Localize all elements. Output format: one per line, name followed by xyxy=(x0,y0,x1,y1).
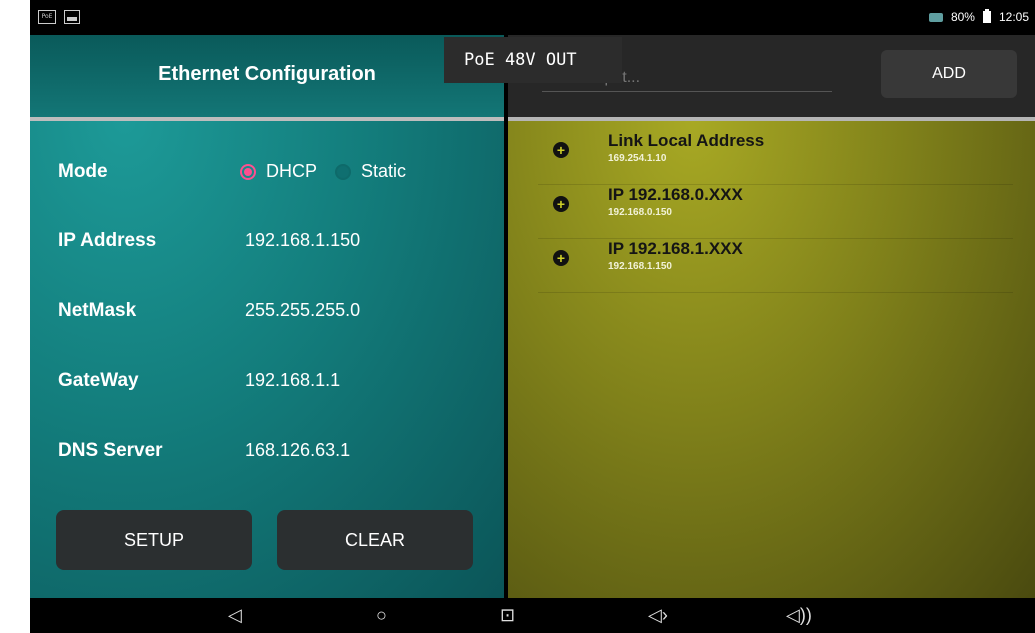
ip-address-value[interactable]: 192.168.1.150 xyxy=(245,230,360,251)
list-item[interactable]: + IP 192.168.0.XXX 192.168.0.150 xyxy=(538,185,1013,239)
divider xyxy=(30,117,504,121)
item-address: 169.254.1.10 xyxy=(608,153,667,164)
gateway-label: GateWay xyxy=(58,370,139,391)
list-item[interactable]: + Link Local Address 169.254.1.10 xyxy=(538,131,1013,185)
image-icon xyxy=(64,10,80,24)
mode-radio-group: DHCP Static xyxy=(240,161,406,182)
dhcp-radio[interactable] xyxy=(240,163,256,180)
netmask-label: NetMask xyxy=(58,300,137,321)
poe-overlay-text: PoE 48V OUT xyxy=(464,50,577,70)
left-header: Ethernet Configuration xyxy=(30,35,504,117)
clear-button[interactable]: CLEAR xyxy=(277,510,473,570)
item-address: 192.168.0.150 xyxy=(608,207,672,218)
volume-up-icon[interactable]: ◁)) xyxy=(786,605,812,626)
dns-server-value[interactable]: 168.126.63.1 xyxy=(245,440,350,461)
divider xyxy=(508,117,1035,121)
status-bar: PoE 80% 12:05 xyxy=(30,0,1035,35)
battery-icon xyxy=(982,9,991,23)
home-icon[interactable]: ○ xyxy=(376,605,387,626)
gateway-value[interactable]: 192.168.1.1 xyxy=(245,370,340,391)
static-label[interactable]: Static xyxy=(361,161,406,182)
clock: 12:05 xyxy=(998,10,1029,24)
address-list-panel: ADD + Link Local Address 169.254.1.10 + … xyxy=(508,35,1035,598)
tablet-screen: PoE 80% 12:05 Ethernet Configuration Mod… xyxy=(30,0,1035,633)
add-circle-icon[interactable]: + xyxy=(553,142,569,158)
ethernet-config-panel: Ethernet Configuration Mode DHCP Static … xyxy=(30,35,504,598)
poe-icon: PoE xyxy=(38,10,56,24)
item-title: IP 192.168.1.XXX xyxy=(608,239,743,258)
volume-down-icon[interactable]: ◁› xyxy=(648,605,668,626)
address-list: + Link Local Address 169.254.1.10 + IP 1… xyxy=(538,131,1013,293)
screenshot-icon[interactable]: ⊡ xyxy=(500,605,515,626)
back-icon[interactable]: ◁ xyxy=(228,605,242,626)
page-title: Ethernet Configuration xyxy=(158,63,376,85)
status-left: PoE xyxy=(38,10,80,24)
netmask-value[interactable]: 255.255.255.0 xyxy=(245,300,360,321)
add-circle-icon[interactable]: + xyxy=(553,250,569,266)
ip-address-label: IP Address xyxy=(58,230,157,251)
list-item[interactable]: + IP 192.168.1.XXX 192.168.1.150 xyxy=(538,239,1013,293)
item-title: IP 192.168.0.XXX xyxy=(608,185,743,204)
ethernet-icon xyxy=(928,12,943,22)
status-right: 80% 12:05 xyxy=(928,9,1029,24)
dns-server-label: DNS Server xyxy=(58,440,163,461)
poe-overlay-label: PoE 48V OUT xyxy=(444,37,622,83)
item-title: Link Local Address xyxy=(608,131,765,150)
static-radio[interactable] xyxy=(335,163,352,180)
mode-label: Mode xyxy=(58,161,108,182)
add-button[interactable]: ADD xyxy=(881,50,1017,98)
item-address: 192.168.1.150 xyxy=(608,261,672,272)
add-circle-icon[interactable]: + xyxy=(553,196,569,212)
setup-button[interactable]: SETUP xyxy=(56,510,252,570)
dhcp-label[interactable]: DHCP xyxy=(266,161,317,182)
navigation-bar: ◁ ○ ⊡ ◁› ◁)) xyxy=(30,598,1035,633)
battery-percent: 80% xyxy=(950,10,975,24)
